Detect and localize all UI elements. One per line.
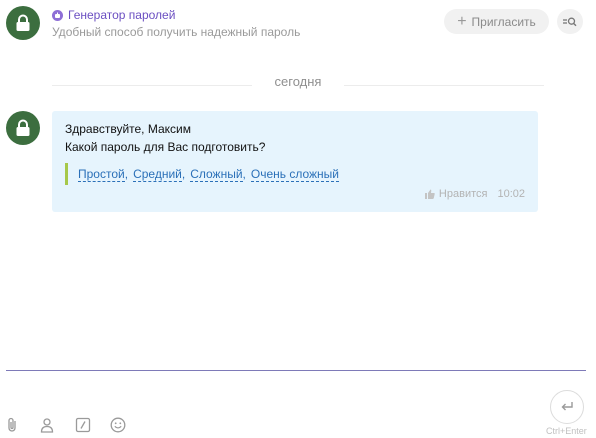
plus-icon: + (457, 12, 467, 30)
message-greeting: Здравствуйте, Максим (65, 122, 191, 136)
thumbs-up-icon (424, 189, 435, 199)
option-separator: , (242, 167, 246, 181)
message-input[interactable] (6, 370, 586, 371)
message-meta: Нравится 10:02 (424, 188, 525, 200)
option-complex[interactable]: Сложный (190, 167, 243, 182)
title-row: Генератор паролей (52, 8, 175, 22)
command-button[interactable] (74, 416, 92, 434)
date-separator: сегодня (274, 74, 322, 89)
invite-button-label: Пригласить (471, 14, 536, 29)
search-button[interactable] (557, 9, 583, 34)
search-list-icon (563, 17, 577, 26)
bot-badge-icon (52, 9, 63, 21)
mention-button[interactable] (38, 416, 56, 434)
attach-button[interactable] (4, 416, 22, 434)
message-bubble: Здравствуйте, Максим Какой пароль для Ва… (52, 111, 538, 212)
send-shortcut-hint: Ctrl+Enter (546, 426, 587, 436)
option-medium[interactable]: Средний (133, 167, 182, 182)
password-options: Простой, Средний, Сложный, Очень сложный (65, 163, 340, 185)
like-button[interactable]: Нравится (424, 188, 488, 200)
message-time: 10:02 (497, 188, 525, 200)
option-separator: , (124, 167, 129, 181)
chat-subtitle: Удобный способ получить надежный пароль (52, 25, 301, 39)
message-question: Какой пароль для Вас подготовить? (65, 140, 266, 154)
option-separator: , (181, 167, 186, 181)
date-divider-left (52, 85, 252, 86)
send-button[interactable] (550, 390, 584, 424)
contact-icon (40, 418, 54, 433)
slash-command-icon (75, 417, 91, 433)
enter-arrow-icon (561, 402, 573, 411)
smiley-icon (110, 417, 126, 433)
date-divider-right (344, 85, 544, 86)
invite-button[interactable]: + Пригласить (444, 9, 549, 34)
emoji-button[interactable] (109, 416, 127, 434)
like-label: Нравится (438, 188, 488, 200)
paperclip-icon (8, 417, 16, 432)
chat-header: Генератор паролей Удобный способ получит… (0, 0, 596, 50)
lock-icon (16, 14, 30, 31)
lock-icon (16, 119, 30, 136)
message-avatar[interactable] (6, 111, 40, 145)
chat-title[interactable]: Генератор паролей (68, 8, 175, 22)
bot-avatar[interactable] (6, 6, 40, 40)
option-very-complex[interactable]: Очень сложный (250, 167, 340, 182)
option-simple[interactable]: Простой (78, 167, 125, 182)
